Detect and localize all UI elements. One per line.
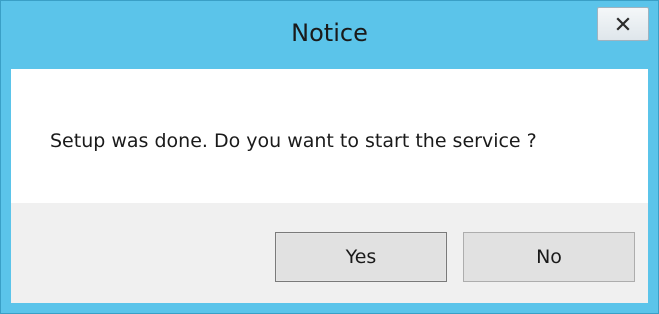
notice-dialog: Notice Setup was done. Do you want to st…: [0, 0, 659, 314]
dialog-message: Setup was done. Do you want to start the…: [50, 130, 537, 152]
yes-button[interactable]: Yes: [275, 232, 447, 282]
message-area: Setup was done. Do you want to start the…: [11, 69, 648, 203]
title-bar[interactable]: Notice: [1, 1, 658, 69]
close-icon: [616, 17, 630, 31]
no-button[interactable]: No: [463, 232, 635, 282]
dialog-title: Notice: [291, 19, 368, 47]
button-bar: Yes No: [11, 203, 648, 303]
close-button[interactable]: [597, 7, 649, 41]
